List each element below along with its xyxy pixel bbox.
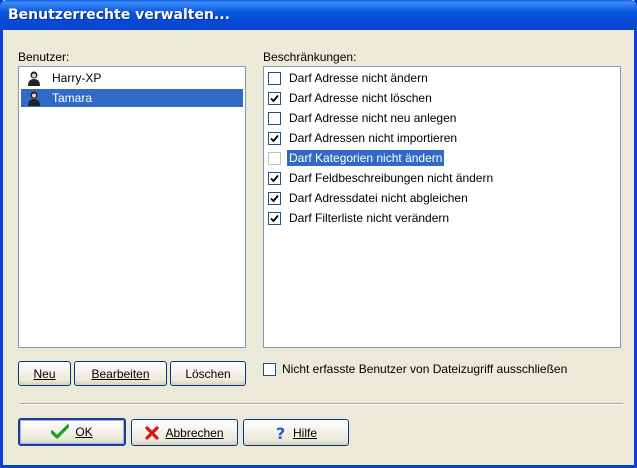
user-list-item[interactable]: Tamara [21,89,243,107]
restriction-checkbox[interactable] [268,211,281,225]
delete-user-button[interactable]: Löschen [170,361,246,386]
restriction-checkbox[interactable] [268,71,281,85]
new-user-button[interactable]: Neu [18,361,71,386]
exclude-checkbox[interactable] [263,362,276,376]
green-checkmark-icon [51,424,70,440]
title-bar[interactable]: Benutzerrechte verwalten... [0,0,637,30]
restriction-label: Darf Adresse nicht löschen [289,91,432,105]
user-name: Harry-XP [52,71,102,85]
restriction-label: Darf Kategorien nicht ändern [287,150,445,166]
restriction-item[interactable]: Darf Adressdatei nicht abgleichen [266,189,618,207]
red-x-icon [145,425,160,440]
users-label: Benutzer: [18,50,70,64]
cancel-button[interactable]: Abbrechen [131,419,238,446]
user-silhouette-icon [28,71,40,86]
users-listbox[interactable]: Harry-XP Tamara [18,66,246,348]
user-silhouette-icon [28,91,40,106]
delete-user-button-label: Löschen [185,366,231,381]
dialog-window: Benutzerrechte verwalten... Benutzer: Ha… [0,0,637,468]
svg-text:?: ? [276,425,285,441]
exclude-option[interactable]: Nicht erfasste Benutzer von Dateizugriff… [261,361,567,377]
new-user-button-label: Neu [33,366,56,381]
restriction-item[interactable]: Darf Kategorien nicht ändern [266,149,618,167]
footer-separator [20,403,623,405]
restriction-item[interactable]: Darf Adressen nicht importieren [266,129,618,147]
user-list-item[interactable]: Harry-XP [21,69,243,87]
restriction-label: Darf Filterliste nicht verändern [289,211,450,225]
restriction-item[interactable]: Darf Adresse nicht löschen [266,89,618,107]
restriction-checkbox[interactable] [268,171,281,185]
restrictions-label: Beschränkungen: [263,50,357,64]
restriction-item[interactable]: Darf Filterliste nicht verändern [266,209,618,227]
restriction-checkbox[interactable] [268,111,281,125]
restriction-item[interactable]: Darf Adresse nicht ändern [266,69,618,87]
blue-question-icon: ? [275,425,287,441]
edit-user-button[interactable]: Bearbeiten [74,361,167,386]
restriction-checkbox[interactable] [268,151,281,165]
cancel-button-label: Abbrechen [165,425,224,440]
ok-button[interactable]: OK [18,418,126,446]
restriction-label: Darf Adresse nicht ändern [289,71,428,85]
restriction-checkbox[interactable] [268,91,281,105]
restriction-item[interactable]: Darf Feldbeschreibungen nicht ändern [266,169,618,187]
edit-user-button-label: Bearbeiten [91,366,150,381]
restriction-item[interactable]: Darf Adresse nicht neu anlegen [266,109,618,127]
window-title: Benutzerrechte verwalten... [8,7,230,23]
restriction-checkbox[interactable] [268,191,281,205]
restriction-label: Darf Feldbeschreibungen nicht ändern [289,171,494,185]
help-button-label: Hilfe [292,425,317,440]
restriction-label: Darf Adressdatei nicht abgleichen [289,191,468,205]
help-button[interactable]: ? Hilfe [243,419,349,446]
ok-button-label: OK [75,425,93,439]
restriction-label: Darf Adresse nicht neu anlegen [289,111,457,125]
restrictions-listbox[interactable]: Darf Adresse nicht ändern Darf Adresse ni… [263,66,621,348]
restriction-label: Darf Adressen nicht importieren [289,131,458,145]
exclude-option-label: Nicht erfasste Benutzer von Dateizugriff… [282,362,568,376]
restriction-checkbox[interactable] [268,131,281,145]
user-name: Tamara [52,91,93,105]
